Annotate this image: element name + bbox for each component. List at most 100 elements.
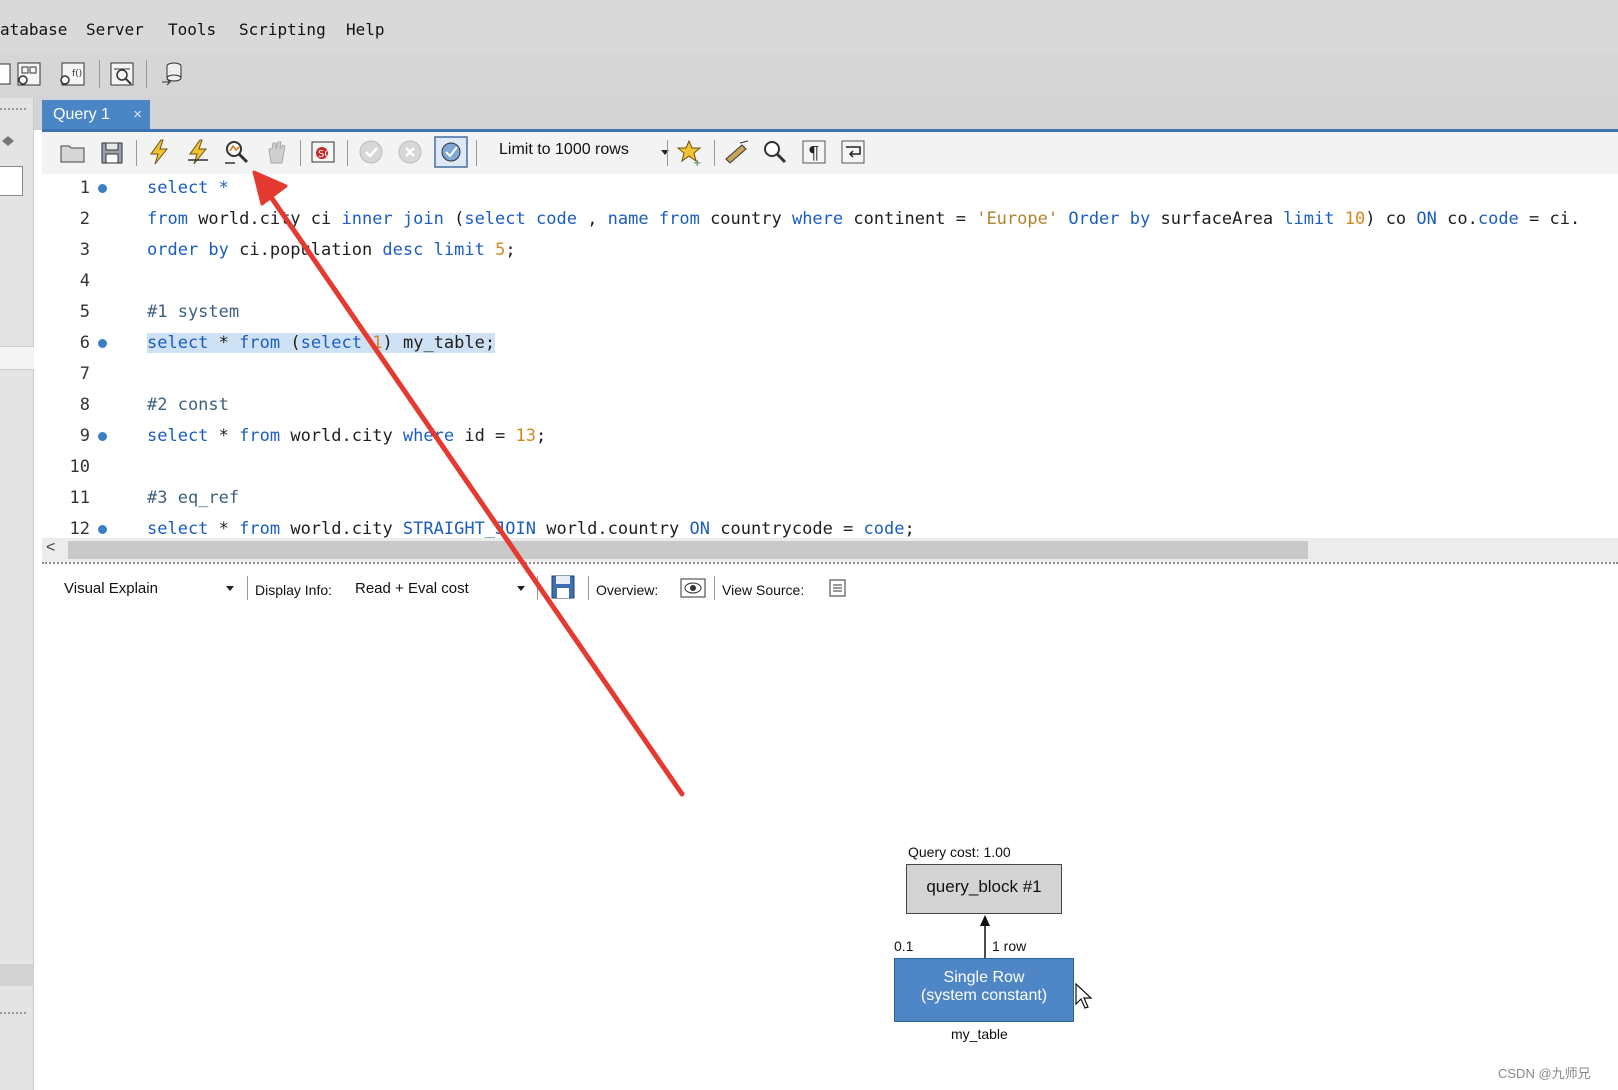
- search-table-icon[interactable]: [106, 58, 138, 90]
- toolbar-separator: [99, 60, 100, 88]
- save-icon[interactable]: [550, 574, 576, 600]
- panel-splitter[interactable]: [42, 562, 1618, 567]
- line-number: 9: [79, 426, 90, 446]
- watermark: CSDN @九师兄: [1498, 1066, 1591, 1081]
- document-icon[interactable]: [828, 578, 848, 598]
- toolbar-separator: [476, 140, 477, 166]
- find-replace-icon[interactable]: [760, 137, 790, 167]
- line-number: 6: [79, 333, 90, 353]
- horizontal-scrollbar[interactable]: <: [42, 538, 1618, 562]
- code-line: 3 order by ci.population desc limit 5;: [42, 236, 1618, 267]
- line-number: 4: [79, 271, 90, 291]
- menu-help[interactable]: Help: [346, 20, 385, 39]
- line-number: 7: [79, 364, 90, 384]
- scroll-left-icon[interactable]: <: [46, 539, 55, 557]
- rollback-icon[interactable]: [395, 137, 425, 167]
- statement-marker-icon[interactable]: [98, 432, 107, 441]
- svg-text:SQ: SQ: [318, 149, 332, 160]
- word-wrap-icon[interactable]: [838, 137, 868, 167]
- limit-rows-value: Limit to 1000 rows: [499, 141, 629, 158]
- chevron-down-icon[interactable]: [517, 586, 525, 591]
- code-comment: #1 system: [147, 302, 240, 322]
- code-line: 12 select * from world.city STRAIGHT_JOI…: [42, 515, 1618, 538]
- mouse-cursor-icon: [1075, 982, 1093, 1009]
- statement-marker-icon[interactable]: [98, 525, 107, 534]
- line-number: 8: [79, 395, 90, 415]
- explain-icon[interactable]: [221, 137, 251, 167]
- line-number: 12: [69, 519, 90, 538]
- line-number: 11: [69, 488, 90, 508]
- access-type-label: Single Row: [943, 969, 1025, 986]
- stop-icon[interactable]: [261, 137, 291, 167]
- execute-icon[interactable]: [144, 137, 174, 167]
- sql-editor[interactable]: 1 select * 2 from world.city ci inner jo…: [42, 174, 1618, 538]
- menu-bar: atabase Server Tools Scripting Help: [0, 0, 1618, 52]
- reconnect-icon[interactable]: [156, 58, 188, 90]
- code-line: 1 select *: [42, 174, 1618, 205]
- open-folder-icon[interactable]: [58, 137, 88, 167]
- tab-query-1[interactable]: Query 1 ×: [42, 100, 150, 130]
- svg-text:¶: ¶: [808, 143, 819, 164]
- code-line: 5 #1 system: [42, 298, 1618, 329]
- rows-label: 1 row: [992, 938, 1027, 954]
- toolbar-separator: [537, 576, 538, 600]
- panel-grip[interactable]: [0, 1012, 26, 1014]
- panel-grip[interactable]: [0, 108, 26, 110]
- toolbar-separator: [146, 60, 147, 88]
- code-text: select *: [147, 178, 229, 198]
- single-row-node[interactable]: Single Row (system constant): [894, 958, 1074, 1022]
- scrollbar-thumb[interactable]: [68, 541, 1308, 559]
- menu-scripting[interactable]: Scripting: [239, 20, 326, 39]
- beautify-icon[interactable]: [722, 137, 752, 167]
- code-line: 8 #2 const: [42, 391, 1618, 422]
- save-icon[interactable]: [97, 137, 127, 167]
- add-snippet-icon[interactable]: +: [675, 137, 705, 167]
- code-line: 4: [42, 267, 1618, 298]
- eye-icon[interactable]: [679, 576, 707, 600]
- overview-label: Overview:: [596, 582, 659, 598]
- execute-current-icon[interactable]: [183, 137, 213, 167]
- commit-icon[interactable]: [356, 137, 386, 167]
- svg-text:+: +: [693, 158, 701, 167]
- chevron-down-icon[interactable]: [226, 586, 234, 591]
- code-line: 9 select * from world.city where id = 13…: [42, 422, 1618, 453]
- view-source-label: View Source:: [722, 582, 805, 598]
- menu-database[interactable]: atabase: [0, 20, 67, 39]
- query-block-node[interactable]: query_block #1: [906, 864, 1062, 914]
- menu-server[interactable]: Server: [86, 20, 144, 39]
- autocommit-toggle-icon[interactable]: [434, 136, 468, 168]
- statement-marker-icon[interactable]: [98, 339, 107, 348]
- explain-mode-select[interactable]: Visual Explain: [64, 580, 158, 597]
- invisible-chars-icon[interactable]: ¶: [799, 137, 829, 167]
- selected-code-text: select * from (select 1) my_table;: [147, 333, 496, 353]
- code-line: 6 select * from (select 1) my_table;: [42, 329, 1618, 360]
- access-type-detail: (system constant): [920, 987, 1048, 1004]
- create-table-icon[interactable]: f(): [56, 58, 88, 90]
- code-line: 11 #3 eq_ref: [42, 484, 1618, 515]
- code-text: from world.city ci inner join (select co…: [147, 209, 1581, 229]
- stop-on-error-icon[interactable]: SQ: [308, 137, 338, 167]
- limit-rows-select[interactable]: Limit to 1000 rows: [499, 141, 679, 165]
- code-text: select * from world.city STRAIGHT_JOIN w…: [147, 519, 915, 538]
- explain-toolbar: Visual Explain Display Info: Read + Eval…: [42, 570, 1618, 606]
- filter-input[interactable]: [0, 166, 23, 196]
- refresh-icon[interactable]: [0, 134, 16, 148]
- code-line: 10: [42, 453, 1618, 484]
- schema-inspector-icon[interactable]: [14, 58, 46, 90]
- menu-tools[interactable]: Tools: [168, 20, 216, 39]
- line-number: 10: [69, 457, 90, 477]
- code-comment: #3 eq_ref: [147, 488, 240, 508]
- tab-label: Query 1: [53, 106, 110, 123]
- cost-value: 0.1: [894, 938, 914, 954]
- statement-marker-icon[interactable]: [98, 184, 107, 193]
- table-name-label: my_table: [951, 1026, 1008, 1042]
- schema-list-row[interactable]: [0, 346, 34, 370]
- svg-text:f(): f(): [72, 69, 82, 79]
- code-comment: #2 const: [147, 395, 229, 415]
- line-number: 3: [79, 240, 90, 260]
- toolbar-separator: [714, 576, 715, 600]
- close-icon[interactable]: ×: [133, 106, 142, 123]
- display-info-select[interactable]: Read + Eval cost: [355, 580, 469, 597]
- main-toolbar: f(): [0, 52, 1618, 98]
- code-line: 7: [42, 360, 1618, 391]
